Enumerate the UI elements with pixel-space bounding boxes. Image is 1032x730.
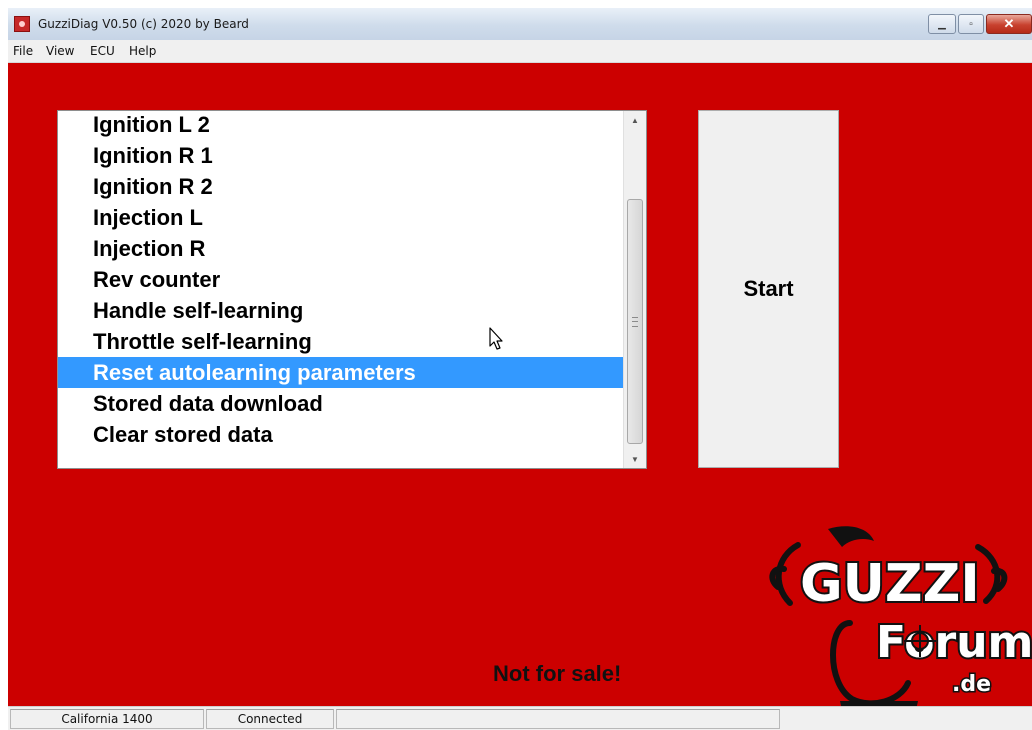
status-model: California 1400 [10, 709, 204, 729]
app-icon[interactable] [14, 16, 30, 32]
title-bar[interactable]: GuzziDiag V0.50 (c) 2020 by Beard ▁ ▫ ✕ [8, 8, 1032, 41]
menu-file[interactable]: File [13, 44, 33, 58]
guzzi-forum-logo: GUZZI Forum .de [769, 526, 1032, 719]
start-button[interactable]: Start [698, 110, 839, 468]
logo-text-forum: Forum [876, 617, 1032, 668]
scrollbar-thumb[interactable] [627, 199, 643, 444]
logo-text-guzzi: GUZZI [800, 554, 980, 614]
list-item-selected[interactable]: Reset autolearning parameters [58, 357, 623, 388]
list-item[interactable]: Throttle self-learning [58, 326, 623, 357]
list-item[interactable]: Ignition R 1 [58, 140, 623, 171]
list-item[interactable]: Ignition R 2 [58, 171, 623, 202]
test-list[interactable]: Ignition L 2 Ignition R 1 Ignition R 2 I… [57, 110, 647, 469]
scroll-up-arrow-icon[interactable]: ▲ [624, 111, 646, 129]
list-item[interactable]: Clear stored data [58, 419, 623, 450]
status-connection: Connected [206, 709, 334, 729]
menu-help[interactable]: Help [129, 44, 156, 58]
status-extra [336, 709, 780, 729]
list-item[interactable]: Injection L [58, 202, 623, 233]
list-item[interactable]: Rev counter [58, 264, 623, 295]
menu-bar: File View ECU Help [8, 40, 1032, 63]
list-item[interactable]: Handle self-learning [58, 295, 623, 326]
menu-ecu[interactable]: ECU [90, 44, 115, 58]
close-button[interactable]: ✕ [986, 14, 1032, 34]
not-for-sale-label: Not for sale! [493, 661, 622, 686]
window-title: GuzziDiag V0.50 (c) 2020 by Beard [38, 17, 249, 31]
mouse-pointer-icon [489, 327, 503, 350]
start-button-label: Start [743, 276, 794, 301]
status-bar: California 1400 Connected [8, 706, 1032, 730]
list-item[interactable]: Stored data download [58, 388, 623, 419]
list-scrollbar[interactable]: ▲ ▼ [623, 111, 646, 468]
logo-text-de: .de [952, 672, 991, 697]
maximize-button[interactable]: ▫ [958, 14, 984, 34]
list-item[interactable]: Ignition L 2 [58, 111, 623, 140]
list-item[interactable]: Injection R [58, 233, 623, 264]
scroll-down-arrow-icon[interactable]: ▼ [624, 450, 646, 468]
scrollbar-grip-icon [632, 317, 638, 327]
minimize-button[interactable]: ▁ [928, 14, 956, 34]
main-panel: Ignition L 2 Ignition R 1 Ignition R 2 I… [8, 63, 1032, 719]
menu-view[interactable]: View [46, 44, 74, 58]
